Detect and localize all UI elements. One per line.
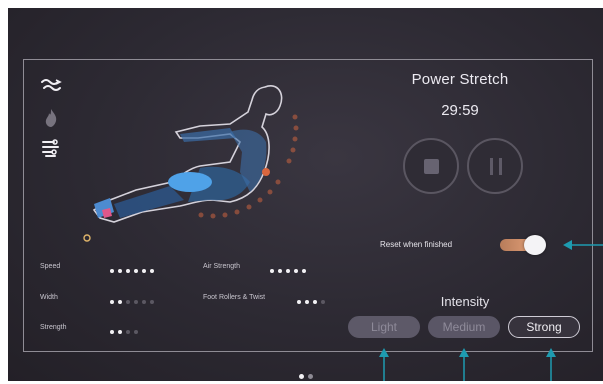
setting-label-speed: Speed: [40, 263, 61, 270]
toggle-knob[interactable]: [524, 235, 546, 255]
page-dot[interactable]: [308, 374, 313, 379]
setting-label-air-strength: Air Strength: [203, 263, 240, 270]
setting-label-width: Width: [40, 294, 58, 301]
level-dot: [294, 268, 298, 273]
stop-icon: [424, 159, 439, 174]
level-dot: [134, 268, 138, 273]
massage-wave-icon[interactable]: [40, 76, 62, 98]
pause-icon: [490, 158, 493, 175]
level-dot: [110, 268, 114, 273]
intensity-light-button[interactable]: Light: [348, 316, 420, 338]
setting-label-strength: Strength: [40, 324, 67, 331]
stop-button[interactable]: [403, 138, 459, 194]
level-dot: [286, 268, 290, 273]
level-dot: [150, 299, 154, 304]
pause-button[interactable]: [467, 138, 523, 194]
level-dot: [142, 299, 146, 304]
level-dot: [302, 268, 306, 273]
level-dot: [126, 329, 130, 334]
level-dot: [134, 329, 138, 334]
level-dot: [278, 268, 282, 273]
level-dot: [297, 299, 301, 304]
level-dot: [142, 268, 146, 273]
air-compression-icon[interactable]: [40, 137, 62, 159]
level-dot: [150, 268, 154, 273]
page-indicator[interactable]: [299, 366, 317, 384]
reset-when-finished-label: Reset when finished: [380, 240, 453, 249]
heat-flame-icon[interactable]: [40, 107, 62, 129]
level-dot: [126, 299, 130, 304]
level-dot: [134, 299, 138, 304]
intensity-medium-button[interactable]: Medium: [428, 316, 500, 338]
level-dot: [118, 299, 122, 304]
width-level-dots[interactable]: [110, 293, 158, 304]
program-title: Power Stretch: [411, 71, 509, 88]
level-dot: [313, 299, 317, 304]
massage-chair-figure: [83, 85, 299, 242]
level-dot: [321, 299, 325, 304]
intensity-strong-button[interactable]: Strong: [508, 316, 580, 338]
air-strength-level-dots[interactable]: [270, 262, 310, 273]
page-dot[interactable]: [299, 374, 304, 379]
level-dot: [305, 299, 309, 304]
level-dot: [110, 299, 114, 304]
intensity-title: Intensity: [440, 294, 490, 309]
level-dot: [110, 329, 114, 334]
countdown-timer: 29:59: [441, 102, 479, 119]
level-dot: [270, 268, 274, 273]
foot-rollers-level-dots[interactable]: [297, 293, 329, 304]
level-dot: [118, 268, 122, 273]
level-dot: [118, 329, 122, 334]
level-dot: [126, 268, 130, 273]
setting-label-foot-rollers: Foot Rollers & Twist: [203, 294, 266, 301]
pause-icon-bar: [499, 158, 502, 175]
speed-level-dots[interactable]: [110, 262, 158, 273]
strength-level-dots[interactable]: [110, 323, 142, 334]
reset-toggle[interactable]: [500, 235, 546, 255]
